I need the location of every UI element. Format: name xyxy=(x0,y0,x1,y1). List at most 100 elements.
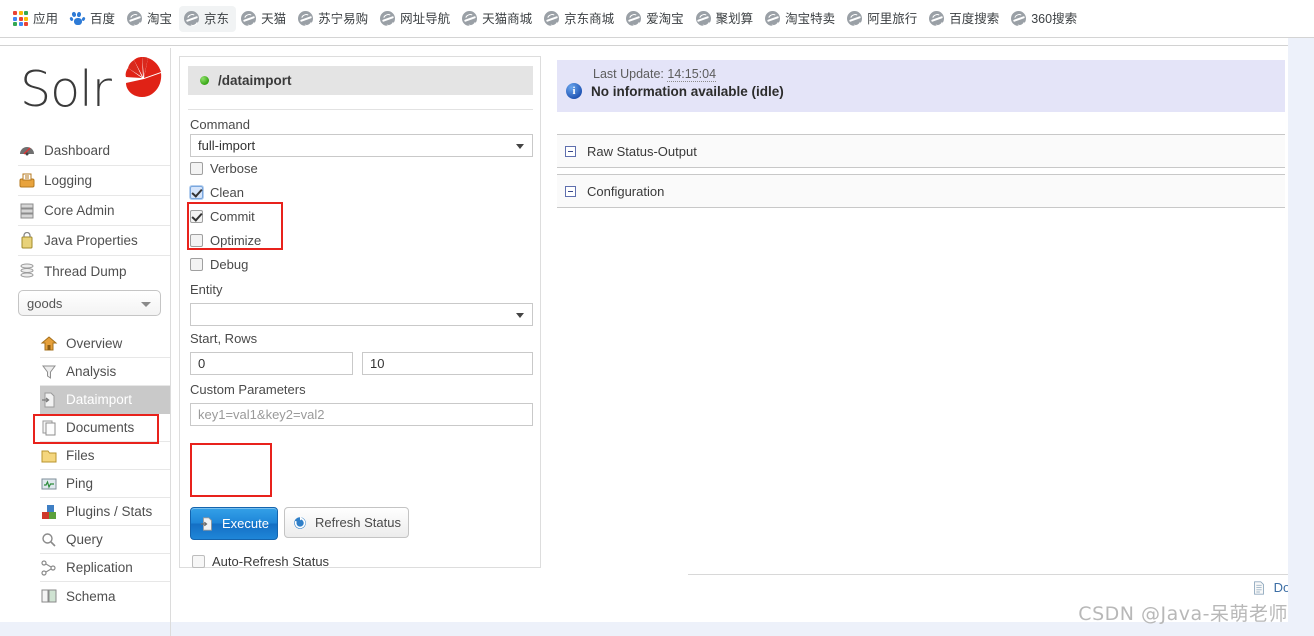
bookmark-item[interactable]: 阿里旅行 xyxy=(842,6,924,32)
execute-button-label: Execute xyxy=(222,516,269,531)
bookmark-item[interactable]: 京东 xyxy=(179,5,237,32)
bookmark-label: 聚划算 xyxy=(715,11,754,26)
globe-icon xyxy=(298,11,314,26)
custom-parameters-input[interactable]: key1=val1&key2=val2 xyxy=(190,403,533,426)
dashboard-gauge-icon xyxy=(18,142,36,160)
commit-checkbox-row[interactable]: Commit xyxy=(190,209,255,224)
sidebar-item-replication[interactable]: Replication xyxy=(40,554,170,582)
execute-button[interactable]: Execute xyxy=(190,507,278,540)
bookmark-item[interactable]: 聚划算 xyxy=(691,6,761,32)
entity-select[interactable] xyxy=(190,303,533,326)
sidebar-item-files[interactable]: Files xyxy=(40,442,170,470)
optimize-checkbox-row[interactable]: Optimize xyxy=(190,233,261,248)
last-update-label: Last Update: xyxy=(593,67,664,81)
sidebar-item-label: Analysis xyxy=(66,364,117,379)
main-content-area: /dataimport Command full-import Verbose … xyxy=(170,48,1288,636)
verbose-checkbox-row[interactable]: Verbose xyxy=(190,161,258,176)
info-circle-icon: i xyxy=(566,83,582,99)
verbose-checkbox[interactable] xyxy=(190,162,203,175)
bookmark-item[interactable]: 苏宁易购 xyxy=(293,6,375,32)
sidebar-item-overview[interactable]: Overview xyxy=(40,330,170,358)
overview-home-icon xyxy=(40,335,58,353)
optimize-checkbox[interactable] xyxy=(190,234,203,247)
bookmark-item[interactable]: 百度搜索 xyxy=(924,6,1006,32)
bookmark-label: 爱淘宝 xyxy=(646,11,684,26)
bookmark-item[interactable]: 淘宝 xyxy=(122,6,179,32)
sidebar-item-schema[interactable]: Schema xyxy=(40,582,170,610)
bookmark-label: 百度 xyxy=(90,11,116,26)
globe-icon xyxy=(127,11,143,26)
sidebar-item-analysis[interactable]: Analysis xyxy=(40,358,170,386)
java-properties-icon xyxy=(18,231,36,250)
sidebar-item-dataimport[interactable]: Dataimport xyxy=(40,386,170,414)
dataimport-status-panel: Last Update: 14:15:04 i No information a… xyxy=(549,56,1285,231)
globe-icon xyxy=(765,11,781,26)
sidebar-item-label: Dataimport xyxy=(66,392,133,407)
sidebar-item-plugins-stats[interactable]: Plugins / Stats xyxy=(40,498,170,526)
collapse-minus-icon[interactable] xyxy=(565,185,576,197)
sidebar-item-java-properties[interactable]: Java Properties xyxy=(18,226,170,256)
solr-sidebar: Solr Dashboard Logging Core Admin Java P… xyxy=(0,48,170,636)
rows-input[interactable]: 10 xyxy=(362,352,533,375)
collapse-minus-icon[interactable] xyxy=(565,145,576,157)
sidebar-item-documents[interactable]: Documents xyxy=(40,414,170,442)
last-update-row: Last Update: 14:15:04 xyxy=(585,67,1285,82)
bookmark-label: 淘宝 xyxy=(147,11,173,26)
core-selector-value: goods xyxy=(27,295,63,311)
vertical-scrollbar-gutter[interactable] xyxy=(1288,38,1314,636)
bookmark-item[interactable]: 天猫 xyxy=(236,6,293,32)
start-input[interactable]: 0 xyxy=(190,352,353,375)
bookmark-item[interactable]: 天猫商城 xyxy=(457,6,539,32)
solr-logo[interactable]: Solr xyxy=(20,56,162,122)
custom-parameters-label: Custom Parameters xyxy=(190,382,306,397)
auto-refresh-status-row[interactable]: Auto-Refresh Status xyxy=(192,554,329,569)
bookmark-item[interactable]: 淘宝特卖 xyxy=(760,6,842,32)
sidebar-item-core-admin[interactable]: Core Admin xyxy=(18,196,170,226)
bookmark-item[interactable]: 网址导航 xyxy=(375,6,457,32)
sidebar-item-dashboard[interactable]: Dashboard xyxy=(18,136,170,166)
status-message: No information available (idle) xyxy=(591,83,784,99)
auto-refresh-checkbox[interactable] xyxy=(192,555,205,568)
bookmark-item[interactable]: 爱淘宝 xyxy=(621,6,691,32)
commit-label: Commit xyxy=(210,209,255,224)
globe-icon xyxy=(380,11,396,26)
accordion-configuration[interactable]: Configuration xyxy=(557,174,1285,208)
accordion-raw-status-output[interactable]: Raw Status-Output xyxy=(557,134,1285,168)
refresh-status-button[interactable]: Refresh Status xyxy=(284,507,409,538)
core-selector-dropdown[interactable]: goods xyxy=(18,290,161,316)
bookmark-label: 天猫 xyxy=(261,11,287,26)
dataimport-handler-bar: /dataimport xyxy=(188,66,533,95)
clean-checkbox[interactable] xyxy=(190,186,203,199)
commit-checkbox[interactable] xyxy=(190,210,203,223)
sidebar-item-logging[interactable]: Logging xyxy=(18,166,170,196)
verbose-label: Verbose xyxy=(210,161,258,176)
bookmark-item[interactable]: 京东商城 xyxy=(539,6,621,32)
chevron-down-icon xyxy=(516,144,524,149)
sidebar-item-label: Plugins / Stats xyxy=(66,504,153,519)
sidebar-item-thread-dump[interactable]: Thread Dump xyxy=(18,256,170,286)
bookmark-item[interactable]: 360搜索 xyxy=(1006,6,1084,32)
sidebar-item-label: Files xyxy=(66,448,95,463)
status-message-box: Last Update: 14:15:04 i No information a… xyxy=(557,60,1285,112)
sidebar-top-menu: Dashboard Logging Core Admin Java Proper… xyxy=(18,136,170,286)
globe-icon xyxy=(626,11,642,26)
documents-link-label: Docume xyxy=(1273,580,1288,595)
debug-checkbox[interactable] xyxy=(190,258,203,271)
accordion-label: Configuration xyxy=(587,183,665,199)
sidebar-item-label: Core Admin xyxy=(44,203,115,218)
clean-checkbox-row[interactable]: Clean xyxy=(190,185,244,200)
footer-documents-row: Docume xyxy=(688,574,1288,600)
query-magnifier-icon xyxy=(40,531,58,549)
sidebar-item-ping[interactable]: Ping xyxy=(40,470,170,498)
page-top-divider xyxy=(0,45,1288,46)
bookmark-item[interactable]: 百度 xyxy=(65,6,122,32)
chevron-down-icon xyxy=(516,313,524,318)
globe-icon xyxy=(847,11,863,26)
solr-sunburst-icon xyxy=(125,57,162,97)
sidebar-item-query[interactable]: Query xyxy=(40,526,170,554)
debug-checkbox-row[interactable]: Debug xyxy=(190,257,248,272)
globe-icon xyxy=(1011,11,1027,26)
documents-link[interactable]: Docume xyxy=(1251,580,1288,596)
bookmark-item[interactable]: 应用 xyxy=(8,6,65,32)
command-select[interactable]: full-import xyxy=(190,134,533,157)
